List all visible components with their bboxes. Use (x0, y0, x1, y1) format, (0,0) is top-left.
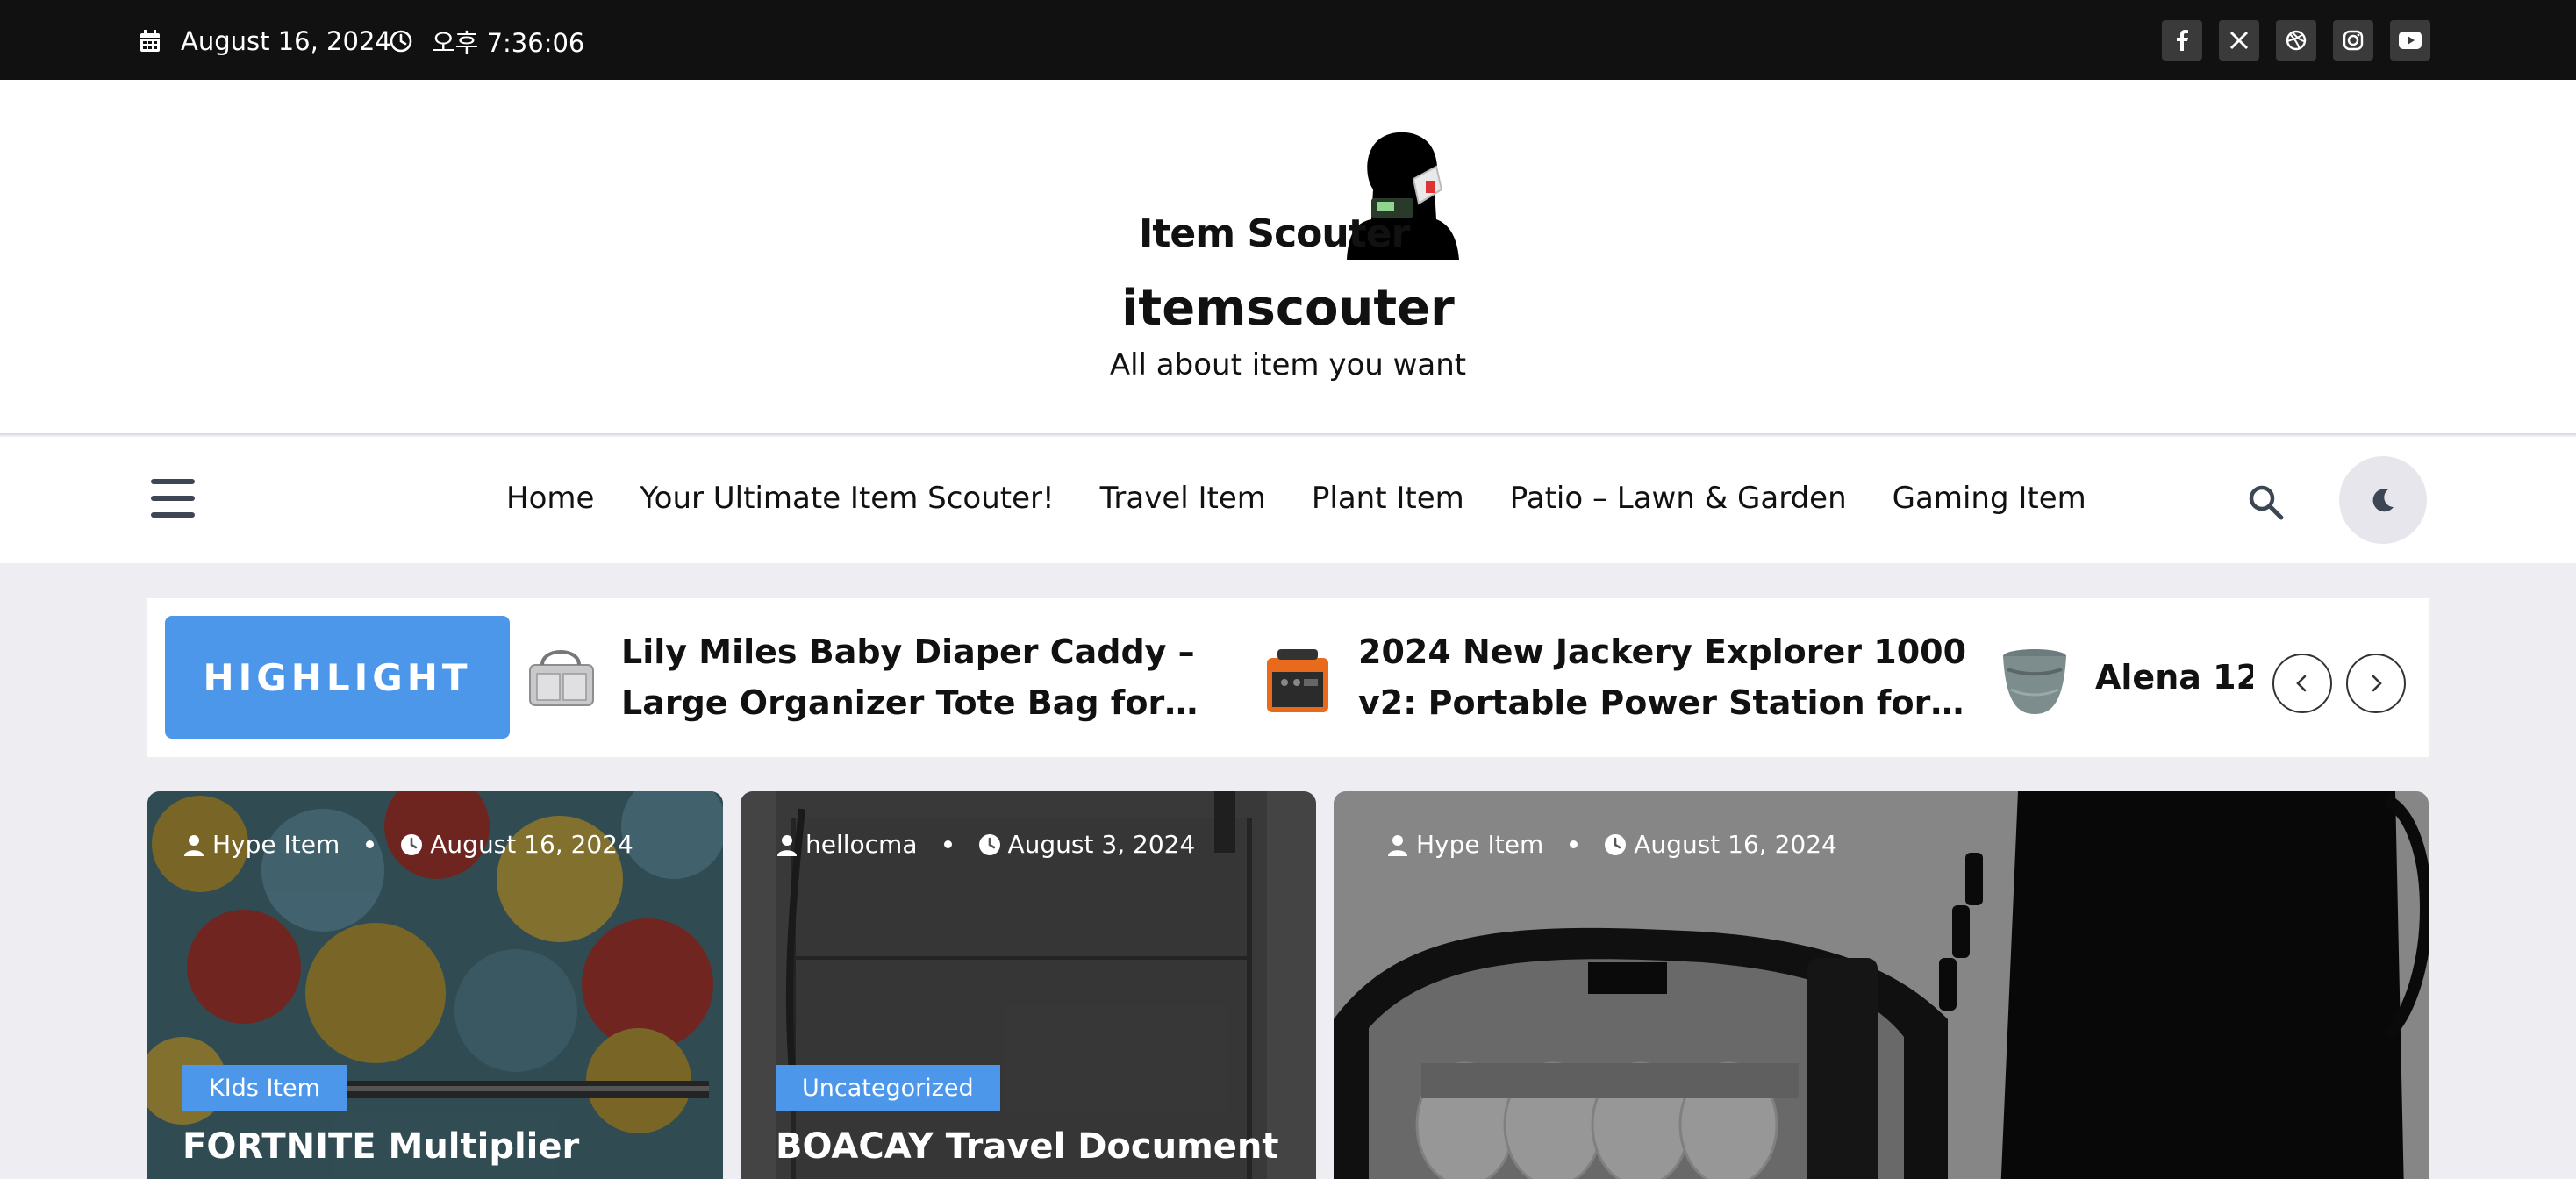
highlight-item[interactable]: Lily Miles Baby Diaper Caddy – Large Org… (525, 616, 1235, 739)
post-card[interactable]: hellocma August 3, 2024 Uncategorized BO… (741, 791, 1316, 1179)
time-text: 오후 7:36:06 (432, 28, 585, 58)
post-card[interactable]: Hype Item August 16, 2024 (1334, 791, 2429, 1179)
date-text: August 16, 2024 (181, 26, 391, 56)
user-icon (777, 834, 797, 856)
primary-menu: Home Your Ultimate Item Scouter! Travel … (506, 479, 2132, 518)
menu-item-travel-item[interactable]: Travel Item (1100, 481, 1266, 516)
menu-item-patio-lawn-garden[interactable]: Patio – Lawn & Garden (1510, 481, 1847, 516)
calendar-icon (139, 30, 161, 53)
dark-mode-toggle[interactable] (2339, 456, 2427, 544)
post-date[interactable]: August 16, 2024 (430, 830, 633, 859)
diaper-caddy-thumb (529, 650, 594, 706)
menu-item-gaming-item[interactable]: Gaming Item (1893, 481, 2086, 516)
facebook-icon[interactable] (2162, 20, 2202, 61)
post-author[interactable]: hellocma (805, 830, 918, 859)
post-meta: hellocma August 3, 2024 (776, 830, 1195, 859)
copper-pot-thumb (2003, 649, 2066, 714)
highlight-title: 2024 New Jackery Explorer 1000 v2: Porta… (1358, 632, 1967, 722)
post-meta: Hype Item August 16, 2024 (1386, 830, 1837, 859)
site-header: Item Scouter itemscouter All about item … (0, 80, 2576, 435)
post-title[interactable]: FORTNITE Multiplier (182, 1126, 579, 1167)
user-icon (184, 834, 204, 856)
logo-text: Item Scouter (1139, 211, 1410, 256)
hamburger-menu-icon[interactable] (151, 479, 195, 518)
clock-icon (390, 30, 412, 53)
post-author[interactable]: Hype Item (212, 830, 340, 859)
search-icon[interactable] (2246, 482, 2286, 523)
post-title[interactable]: BOACAY Travel Document (776, 1126, 1278, 1167)
menu-item-plant-item[interactable]: Plant Item (1312, 481, 1464, 516)
post-meta: Hype Item August 16, 2024 (182, 830, 633, 859)
highlight-ticker: HIGHLIGHT Lily Miles Baby Diaper Caddy –… (147, 598, 2429, 757)
highlight-label: HIGHLIGHT (165, 616, 510, 739)
post-card[interactable]: Hype Item August 16, 2024 KIds Item FORT… (147, 791, 723, 1179)
x-twitter-icon[interactable] (2219, 20, 2259, 61)
next-arrow-icon[interactable] (2346, 654, 2406, 713)
site-logo[interactable]: Item Scouter (1132, 128, 1465, 273)
user-icon (1388, 834, 1407, 856)
power-station-thumb (1267, 649, 1328, 712)
main-navigation: Home Your Ultimate Item Scouter! Travel … (0, 437, 2576, 563)
menu-item-home[interactable]: Home (506, 481, 594, 516)
top-bar: August 16, 2024 오후 7:36:06 (0, 0, 2576, 80)
time-display: 오후 7:36:06 (390, 26, 584, 58)
dribbble-icon[interactable] (2276, 20, 2316, 61)
prev-arrow-icon[interactable] (2272, 654, 2332, 713)
youtube-icon[interactable] (2390, 20, 2430, 61)
site-title[interactable]: itemscouter (0, 280, 2576, 337)
highlight-title: Lily Miles Baby Diaper Caddy – Large Org… (621, 632, 1195, 722)
category-badge[interactable]: KIds Item (182, 1065, 347, 1111)
post-date[interactable]: August 16, 2024 (1634, 830, 1837, 859)
highlight-controls (2272, 654, 2420, 713)
site-tagline: All about item you want (1109, 347, 1467, 382)
date-display: August 16, 2024 (139, 26, 391, 56)
post-author[interactable]: Hype Item (1416, 830, 1543, 859)
clock-icon (401, 833, 423, 855)
clock-icon (1605, 833, 1627, 855)
clock-icon (978, 833, 1000, 855)
instagram-icon[interactable] (2333, 20, 2373, 61)
category-badge[interactable]: Uncategorized (776, 1065, 1000, 1111)
menu-item-ultimate-item-scouter[interactable]: Your Ultimate Item Scouter! (640, 481, 1054, 516)
moon-icon (2372, 489, 2394, 512)
post-date[interactable]: August 3, 2024 (1008, 830, 1196, 859)
highlight-item[interactable]: 2024 New Jackery Explorer 1000 v2: Porta… (1262, 616, 1972, 739)
